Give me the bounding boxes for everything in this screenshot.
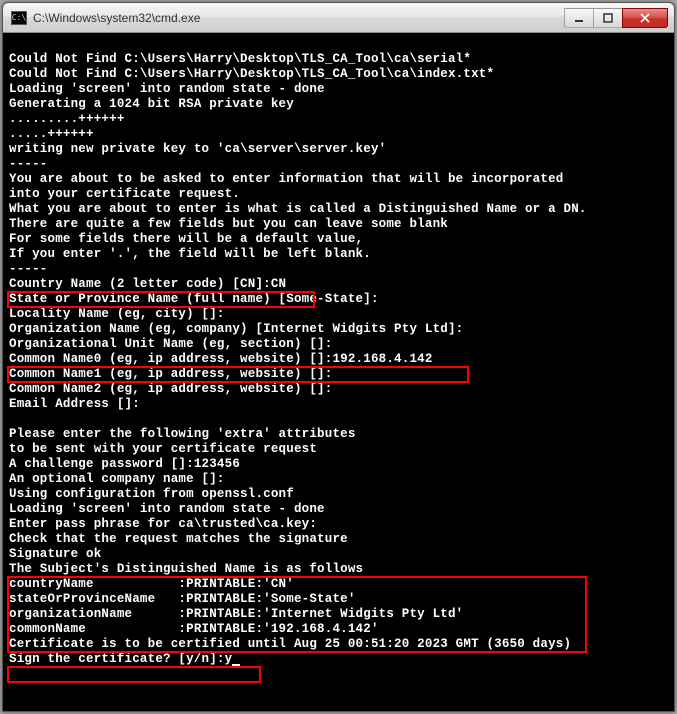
- output-line: Loading 'screen' into random state - don…: [9, 502, 325, 516]
- window-controls: [564, 8, 668, 28]
- output-line: -----: [9, 157, 48, 171]
- output-line: The Subject's Distinguished Name is as f…: [9, 562, 363, 576]
- output-line: There are quite a few fields but you can…: [9, 217, 448, 231]
- output-line: to be sent with your certificate request: [9, 442, 317, 456]
- output-line: Could Not Find C:\Users\Harry\Desktop\TL…: [9, 67, 494, 81]
- output-line: For some fields there will be a default …: [9, 232, 363, 246]
- output-line: .........++++++: [9, 112, 125, 126]
- output-line: into your certificate request.: [9, 187, 240, 201]
- output-line: State or Province Name (full name) [Some…: [9, 292, 379, 306]
- output-line: An optional company name []:: [9, 472, 225, 486]
- highlight-box: [7, 666, 261, 683]
- cursor: [232, 664, 240, 666]
- output-line: Signature ok: [9, 547, 101, 561]
- output-line: You are about to be asked to enter infor…: [9, 172, 564, 186]
- output-line: writing new private key to 'ca\server\se…: [9, 142, 386, 156]
- prompt-line: Sign the certificate? [y/n]:y: [9, 652, 232, 666]
- output-line: Email Address []:: [9, 397, 140, 411]
- output-line: Common Name2 (eg, ip address, website) […: [9, 382, 332, 396]
- terminal-output[interactable]: Could Not Find C:\Users\Harry\Desktop\TL…: [3, 33, 674, 711]
- output-line: What you are about to enter is what is c…: [9, 202, 587, 216]
- output-line: Common Name1 (eg, ip address, website) […: [9, 367, 332, 381]
- output-line: commonName :PRINTABLE:'192.168.4.142': [9, 622, 379, 636]
- cmd-icon: C:\: [11, 11, 27, 25]
- output-line: Please enter the following 'extra' attri…: [9, 427, 356, 441]
- output-line: stateOrProvinceName :PRINTABLE:'Some-Sta…: [9, 592, 356, 606]
- output-line: If you enter '.', the field will be left…: [9, 247, 371, 261]
- output-line: Certificate is to be certified until Aug…: [9, 637, 571, 651]
- output-line: Using configuration from openssl.conf: [9, 487, 294, 501]
- output-line: Check that the request matches the signa…: [9, 532, 348, 546]
- output-line: Country Name (2 letter code) [CN]:CN: [9, 277, 286, 291]
- output-line: Enter pass phrase for ca\trusted\ca.key:: [9, 517, 317, 531]
- output-line: -----: [9, 262, 48, 276]
- output-line: Common Name0 (eg, ip address, website) […: [9, 352, 433, 366]
- output-line: Generating a 1024 bit RSA private key: [9, 97, 294, 111]
- output-line: Could Not Find C:\Users\Harry\Desktop\TL…: [9, 52, 471, 66]
- output-line: countryName :PRINTABLE:'CN': [9, 577, 294, 591]
- output-line: .....++++++: [9, 127, 94, 141]
- output-line: Organization Name (eg, company) [Interne…: [9, 322, 463, 336]
- output-line: organizationName :PRINTABLE:'Internet Wi…: [9, 607, 463, 621]
- minimize-button[interactable]: [564, 8, 594, 28]
- minimize-icon: [574, 13, 584, 23]
- output-line: A challenge password []:123456: [9, 457, 240, 471]
- output-line: Locality Name (eg, city) []:: [9, 307, 225, 321]
- output-line: Organizational Unit Name (eg, section) […: [9, 337, 332, 351]
- close-button[interactable]: [622, 8, 668, 28]
- close-icon: [639, 13, 651, 23]
- maximize-icon: [603, 13, 613, 23]
- cmd-window: C:\ C:\Windows\system32\cmd.exe Could No…: [2, 2, 675, 712]
- window-title: C:\Windows\system32\cmd.exe: [33, 11, 558, 25]
- maximize-button[interactable]: [593, 8, 623, 28]
- titlebar[interactable]: C:\ C:\Windows\system32\cmd.exe: [3, 3, 674, 33]
- output-line: Loading 'screen' into random state - don…: [9, 82, 325, 96]
